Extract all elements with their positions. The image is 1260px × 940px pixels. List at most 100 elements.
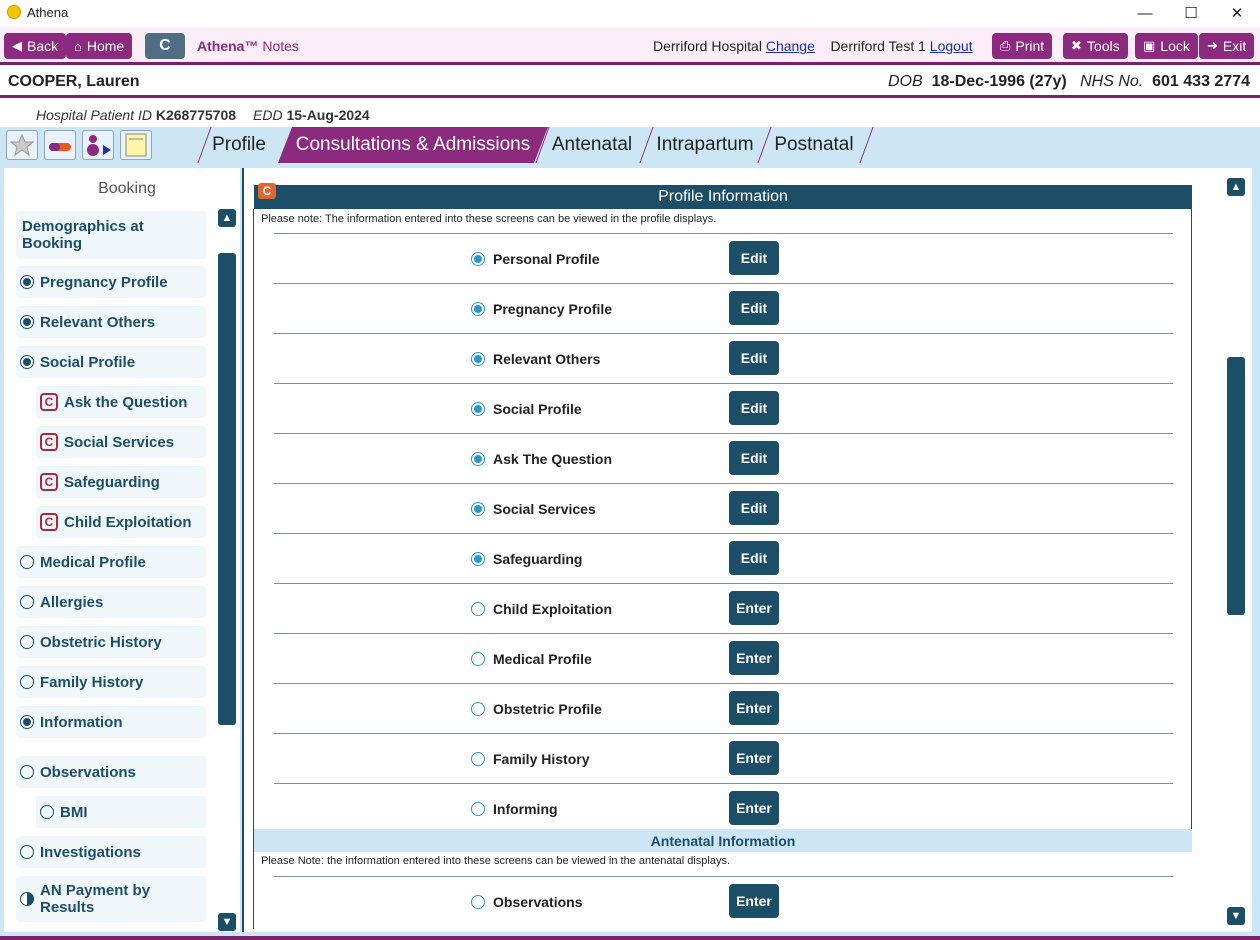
window-title: Athena bbox=[27, 5, 69, 20]
enter-button[interactable]: Enter bbox=[729, 641, 779, 675]
sidebar-item-an-payment-by-results[interactable]: AN Payment by Results bbox=[16, 876, 206, 922]
status-radio-icon bbox=[471, 752, 485, 766]
medication-tool-icon[interactable] bbox=[44, 130, 76, 160]
mother-baby-tool-icon[interactable] bbox=[82, 130, 114, 160]
sidebar-item-label: Ask the Question bbox=[64, 393, 188, 411]
status-radio-icon bbox=[20, 892, 34, 906]
row-divider bbox=[274, 333, 1173, 334]
home-button[interactable]: ⌂ Home bbox=[66, 33, 133, 59]
print-button[interactable]: ⎙ Print bbox=[992, 33, 1053, 59]
sidebar-item-safeguarding[interactable]: C Safeguarding bbox=[36, 466, 206, 498]
edit-button[interactable]: Edit bbox=[729, 491, 779, 525]
sidebar-item-information[interactable]: Information bbox=[16, 706, 206, 738]
sidebar-item-bmi[interactable]: BMI bbox=[36, 796, 206, 828]
sidebar-item-family-history[interactable]: Family History bbox=[16, 666, 206, 698]
sidebar-item-obstetric-history[interactable]: Obstetric History bbox=[16, 626, 206, 658]
sidebar-scroll-up-icon[interactable]: ▲ bbox=[218, 209, 236, 227]
row-divider bbox=[274, 433, 1173, 434]
sidebar-item-ask-the-question[interactable]: C Ask the Question bbox=[36, 386, 206, 418]
profile-row-text: Family History bbox=[493, 751, 590, 767]
profile-row-label: Relevant Others bbox=[471, 351, 600, 367]
main-scroll-up-icon[interactable]: ▲ bbox=[1227, 178, 1245, 196]
profile-row-text: Social Profile bbox=[493, 401, 582, 417]
main-scroll-down-icon[interactable]: ▼ bbox=[1227, 907, 1245, 925]
minimize-button[interactable]: — bbox=[1122, 0, 1168, 26]
c-button[interactable]: C bbox=[145, 33, 185, 59]
tools-button[interactable]: ✖ Tools bbox=[1063, 33, 1128, 59]
profile-row-text: Obstetric Profile bbox=[493, 701, 602, 717]
back-button[interactable]: ◀ Back bbox=[4, 33, 67, 59]
section-right-border bbox=[1191, 209, 1192, 829]
status-radio-icon bbox=[471, 652, 485, 666]
sidebar-item-label: BMI bbox=[60, 803, 88, 821]
status-radio-icon bbox=[20, 555, 34, 569]
status-radio-icon bbox=[20, 715, 34, 729]
edit-button[interactable]: Edit bbox=[729, 291, 779, 325]
enter-button[interactable]: Enter bbox=[729, 691, 779, 725]
sidebar-item-pregnancy-profile[interactable]: Pregnancy Profile bbox=[16, 266, 206, 298]
tab-profile[interactable]: Profile bbox=[198, 127, 280, 163]
status-radio-icon bbox=[471, 452, 485, 466]
profile-row-label: Social Profile bbox=[471, 401, 582, 417]
section-left-border bbox=[253, 209, 254, 929]
sidebar-item-social-profile[interactable]: Social Profile bbox=[16, 346, 206, 378]
notes-tool-icon[interactable] bbox=[120, 130, 152, 160]
star-tool-icon[interactable] bbox=[6, 130, 38, 160]
tab-bar: Profile Consultations & Admissions Antenat… bbox=[0, 127, 1260, 163]
sidebar-item-medical-profile[interactable]: Medical Profile bbox=[16, 546, 206, 578]
edit-button[interactable]: Edit bbox=[729, 341, 779, 375]
sidebar-scroll-down-icon[interactable]: ▼ bbox=[218, 913, 236, 931]
sidebar-item-label: Information bbox=[40, 713, 123, 731]
maximize-button[interactable]: ☐ bbox=[1168, 0, 1214, 26]
enter-button[interactable]: Enter bbox=[729, 884, 779, 918]
hospital-id-label: Hospital Patient ID bbox=[36, 107, 152, 123]
tab-antenatal[interactable]: Antenatal bbox=[536, 127, 648, 163]
profile-row-label: Obstetric Profile bbox=[471, 701, 602, 717]
tab-intrapartum[interactable]: Intrapartum bbox=[640, 127, 770, 163]
profile-note: Please note: The information entered int… bbox=[261, 213, 717, 225]
main-scrollbar-thumb[interactable] bbox=[1227, 357, 1245, 615]
edit-button[interactable]: Edit bbox=[729, 441, 779, 475]
profile-row-label: Family History bbox=[471, 751, 589, 767]
sidebar-item-child-exploitation[interactable]: C Child Exploitation bbox=[36, 506, 206, 538]
window-titlebar: Athena — ☐ ✕ bbox=[0, 0, 1260, 26]
c-badge-icon[interactable]: C bbox=[258, 183, 276, 199]
status-radio-icon bbox=[20, 595, 34, 609]
home-label: Home bbox=[86, 38, 125, 54]
tools-label: Tools bbox=[1086, 38, 1120, 54]
edit-button[interactable]: Edit bbox=[729, 391, 779, 425]
edd-label: EDD bbox=[253, 107, 283, 123]
exit-button[interactable]: ➜ Exit bbox=[1199, 33, 1255, 59]
patient-banner: COOPER, Lauren DOB 18-Dec-1996 (27y) NHS… bbox=[0, 66, 1260, 98]
enter-button[interactable]: Enter bbox=[729, 591, 779, 625]
sidebar-item-observations[interactable]: Observations bbox=[16, 756, 206, 788]
close-window-button[interactable]: ✕ bbox=[1214, 0, 1260, 26]
row-divider bbox=[274, 283, 1173, 284]
sidebar-item-social-services[interactable]: C Social Services bbox=[36, 426, 206, 458]
sidebar-item-relevant-others[interactable]: Relevant Others bbox=[16, 306, 206, 338]
status-radio-icon bbox=[471, 502, 485, 516]
sidebar-item-investigations[interactable]: Investigations bbox=[16, 836, 206, 868]
tab-consultations-admissions[interactable]: Consultations & Admissions bbox=[278, 127, 548, 163]
profile-row-text: Social Services bbox=[493, 501, 596, 517]
sidebar-item-allergies[interactable]: Allergies bbox=[16, 586, 206, 618]
exit-icon: ➜ bbox=[1207, 38, 1218, 53]
printer-icon: ⎙ bbox=[1000, 38, 1011, 53]
edit-button[interactable]: Edit bbox=[729, 541, 779, 575]
edit-button[interactable]: Edit bbox=[729, 241, 779, 275]
enter-button[interactable]: Enter bbox=[729, 741, 779, 775]
sidebar-scrollbar-thumb[interactable] bbox=[218, 253, 236, 725]
sidebar-item-label: Medical Profile bbox=[40, 553, 146, 571]
lock-button[interactable]: ▣ Lock bbox=[1135, 33, 1198, 59]
logout-link[interactable]: Logout bbox=[930, 38, 973, 54]
row-divider bbox=[274, 533, 1173, 534]
row-divider bbox=[274, 733, 1173, 734]
hospital-id-value: K268775708 bbox=[155, 107, 237, 123]
change-hospital-link[interactable]: Change bbox=[766, 38, 815, 54]
sidebar-item-demographics-at-booking[interactable]: Demographics at Booking bbox=[16, 211, 206, 259]
enter-button[interactable]: Enter bbox=[729, 791, 779, 825]
profile-row-text: Personal Profile bbox=[493, 251, 600, 267]
profile-row-label: Pregnancy Profile bbox=[471, 301, 612, 317]
tab-postnatal[interactable]: Postnatal bbox=[758, 127, 870, 163]
athena-logo-icon bbox=[7, 5, 21, 19]
